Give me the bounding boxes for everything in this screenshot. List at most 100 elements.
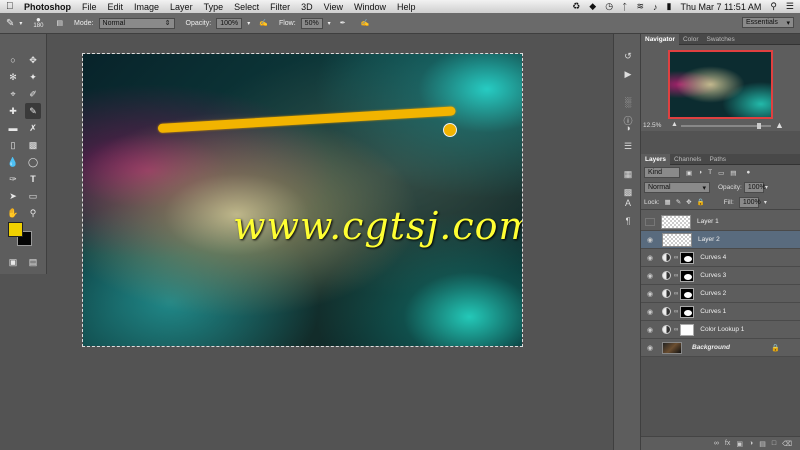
history-brush-tool-icon[interactable]: ✗ (25, 120, 41, 136)
adjustments-panel-icon[interactable]: ◑ (621, 122, 635, 134)
screen-mode-icon[interactable]: ▤ (25, 254, 41, 270)
layer-mask-thumbnail[interactable] (680, 323, 695, 336)
chain-link-icon[interactable]: ∞ (674, 255, 678, 261)
eye-icon[interactable]: ◉ (644, 236, 656, 244)
menu-help[interactable]: Help (397, 2, 416, 12)
new-group-icon[interactable]: ▤ (759, 440, 766, 448)
clone-stamp-tool-icon[interactable]: ▬ (5, 120, 21, 136)
layer-row-layer-2[interactable]: ◉ Layer 2 (641, 231, 800, 249)
fill-chevron-icon[interactable]: ▾ (764, 199, 767, 206)
tab-layers[interactable]: Layers (641, 153, 670, 165)
move-tool-icon[interactable]: ✥ (25, 52, 41, 68)
magic-wand-tool-icon[interactable]: ✦ (25, 69, 41, 85)
path-selection-tool-icon[interactable]: ➤ (5, 188, 21, 204)
crop-tool-icon[interactable]: ⌖ (5, 86, 21, 102)
layer-name[interactable]: Curves 3 (700, 272, 726, 279)
tab-channels[interactable]: Channels (670, 154, 705, 165)
layer-name[interactable]: Layer 1 (697, 218, 719, 225)
chain-link-icon[interactable]: ∞ (674, 273, 678, 279)
layer-row-color-lookup-1[interactable]: ◉ ∞ Color Lookup 1 (641, 321, 800, 339)
layer-filter-select[interactable]: Kind (644, 167, 680, 178)
brush-presets-panel-icon[interactable]: ▦ (621, 168, 635, 180)
marquee-tool-icon[interactable]: ○ (5, 52, 21, 68)
battery-icon[interactable]: ▮ (667, 1, 672, 12)
workspace-select[interactable]: Essentials ▾ (742, 17, 794, 28)
lasso-tool-icon[interactable]: ✻ (5, 69, 21, 85)
gradient-tool-icon[interactable]: ▩ (25, 137, 41, 153)
pen-tool-icon[interactable]: ✑ (5, 171, 21, 187)
fill-field[interactable]: 100% (738, 196, 761, 208)
menu-type[interactable]: Type (204, 2, 224, 12)
layer-name[interactable]: Background (692, 344, 730, 351)
menu-select[interactable]: Select (234, 2, 259, 12)
hand-tool-icon[interactable]: ✋ (5, 205, 21, 221)
eye-icon[interactable]: ◉ (644, 344, 656, 352)
zoom-in-icon[interactable]: ▲ (775, 120, 784, 130)
rectangle-tool-icon[interactable]: ▭ (25, 188, 41, 204)
layer-opacity-chevron-icon[interactable]: ▾ (765, 184, 768, 191)
layer-name[interactable]: Curves 2 (700, 290, 726, 297)
layer-name[interactable]: Color Lookup 1 (700, 326, 744, 333)
opacity-chevron-icon[interactable]: ▾ (247, 20, 250, 27)
eye-icon[interactable]: ◉ (644, 308, 656, 316)
tab-color[interactable]: Color (679, 34, 703, 45)
menu-view[interactable]: View (324, 2, 343, 12)
filter-pixel-icon[interactable]: ▣ (686, 169, 692, 177)
document-canvas[interactable]: www.cgtsj.com (82, 53, 523, 347)
lock-transparent-icon[interactable]: ▦ (665, 198, 671, 206)
zoom-slider-handle[interactable] (757, 123, 761, 129)
tab-swatches[interactable]: Swatches (703, 34, 739, 45)
blend-mode-select[interactable]: Normal ▾ (644, 182, 710, 193)
layer-mask-thumbnail[interactable] (680, 269, 695, 282)
filter-adjustment-icon[interactable]: ◑ (698, 169, 702, 176)
blur-tool-icon[interactable]: 💧 (5, 154, 21, 170)
add-mask-icon[interactable]: ▣ (736, 440, 743, 448)
layer-name[interactable]: Curves 1 (700, 308, 726, 315)
visibility-toggle[interactable] (645, 217, 655, 226)
eye-icon[interactable]: ◉ (644, 326, 656, 334)
layer-row-curves-3[interactable]: ◉ ∞ Curves 3 (641, 267, 800, 285)
notification-icon[interactable]: ☰ (786, 1, 794, 12)
eye-icon[interactable]: ◉ (644, 272, 656, 280)
bluetooth-icon[interactable]: ᛏ (622, 2, 627, 12)
mode-select[interactable]: Normal ⇕ (98, 17, 175, 29)
layer-row-curves-1[interactable]: ◉ ∞ Curves 1 (641, 303, 800, 321)
character-panel-icon[interactable]: A (621, 197, 635, 209)
dodge-tool-icon[interactable]: ◯ (25, 154, 41, 170)
tablet-size-icon[interactable]: ✍ (361, 19, 370, 27)
eye-icon[interactable]: ◉ (644, 254, 656, 262)
chain-link-icon[interactable]: ∞ (674, 327, 678, 333)
menu-layer[interactable]: Layer (170, 2, 193, 12)
menu-3d[interactable]: 3D (301, 2, 313, 12)
layer-mask-thumbnail[interactable] (680, 305, 695, 318)
layer-style-icon[interactable]: fx (725, 440, 730, 447)
new-layer-icon[interactable]: □ (772, 440, 776, 447)
navigator-thumbnail[interactable] (668, 50, 773, 119)
healing-tool-icon[interactable]: ✚ (5, 103, 21, 119)
layer-name[interactable]: Layer 2 (698, 236, 720, 243)
properties-panel-icon[interactable]: ☰ (621, 140, 635, 152)
navigator-zoom-value[interactable]: 12.5% (643, 122, 661, 129)
airbrush-icon[interactable]: ✒ (340, 19, 346, 27)
eyedropper-tool-icon[interactable]: ✐ (25, 86, 41, 102)
lock-pixels-icon[interactable]: ✎ (676, 198, 681, 206)
timemachine-icon[interactable]: ◷ (605, 1, 613, 12)
foreground-color-swatch[interactable] (8, 222, 23, 237)
apple-icon[interactable]:  (6, 1, 15, 12)
actions-panel-icon[interactable]: ▶ (621, 68, 635, 80)
history-panel-icon[interactable]: ↺ (621, 50, 635, 62)
filter-toggle-icon[interactable]: ● (746, 169, 750, 176)
eraser-tool-icon[interactable]: ▯ (5, 137, 21, 153)
zoom-slider[interactable] (681, 123, 771, 129)
brush-panel-icon[interactable]: ▤ (56, 19, 63, 27)
histogram-panel-icon[interactable]: ░ (621, 96, 635, 108)
layer-row-layer-1[interactable]: Layer 1 (641, 213, 800, 231)
zoom-out-icon[interactable]: ▲ (671, 121, 678, 128)
chain-link-icon[interactable]: ∞ (674, 309, 678, 315)
zoom-tool-icon[interactable]: ⚲ (25, 205, 41, 221)
tab-navigator[interactable]: Navigator (641, 33, 679, 45)
brush-tool-icon[interactable]: ✎ (6, 18, 14, 29)
trash-icon[interactable]: ⌫ (782, 440, 792, 448)
flow-field[interactable]: 50% (300, 17, 323, 29)
filter-smart-icon[interactable]: ▤ (730, 169, 736, 177)
